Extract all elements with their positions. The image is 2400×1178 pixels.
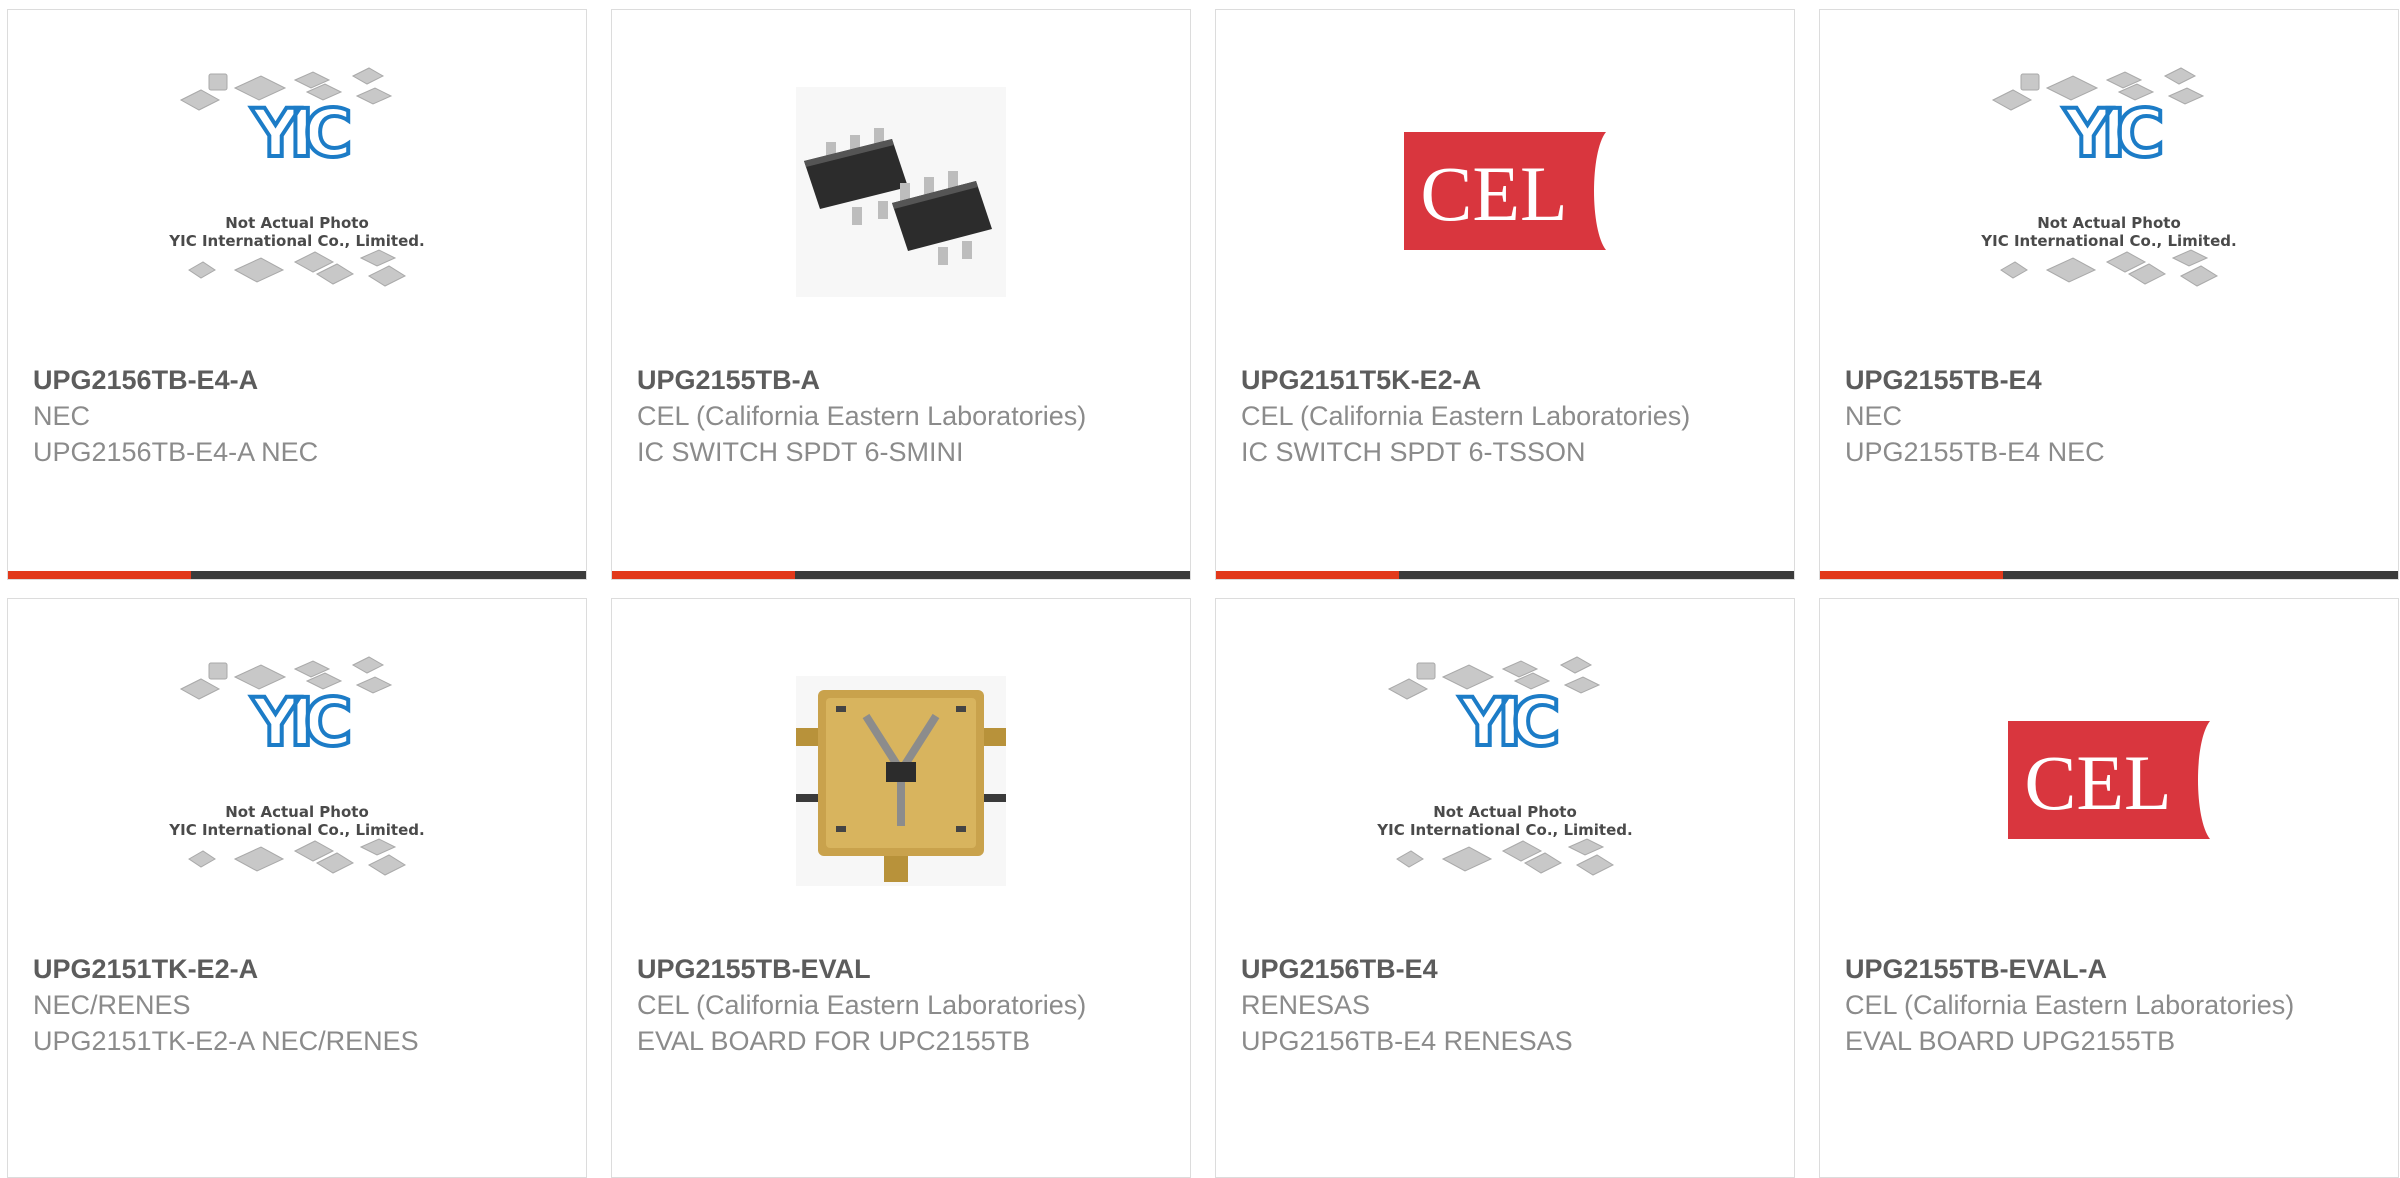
product-card[interactable]: YIC Not Actual Photo YIC International C…: [7, 9, 587, 580]
svg-text:YIC International Co., Limited: YIC International Co., Limited.: [1980, 232, 2236, 250]
eval-board-photo: [796, 676, 1006, 886]
svg-text:YIC: YIC: [251, 95, 349, 172]
card-bottom-bar: [1216, 571, 1794, 579]
svg-text:YIC: YIC: [251, 684, 349, 761]
svg-text:YIC: YIC: [2063, 95, 2161, 172]
product-description: UPG2156TB-E4 RENESAS: [1241, 1026, 1573, 1056]
card-bottom-bar: [8, 571, 586, 579]
product-part-number[interactable]: UPG2155TB-A: [637, 362, 1165, 398]
smini-package-photo: [796, 87, 1006, 297]
product-part-number[interactable]: UPG2151TK-E2-A: [33, 951, 561, 987]
product-description: IC SWITCH SPDT 6-TSSON: [1241, 437, 1586, 467]
product-description: EVAL BOARD UPG2155TB: [1845, 1026, 2176, 1056]
product-image-placeholder[interactable]: YIC Not Actual Photo YIC International C…: [8, 62, 586, 310]
product-image[interactable]: CEL: [1216, 62, 1794, 310]
product-card[interactable]: UPG2155TB-EVAL CEL (California Eastern L…: [611, 598, 1191, 1178]
not-actual-photo-image: YIC Not Actual Photo YIC International C…: [168, 656, 425, 876]
svg-text:Not Actual Photo: Not Actual Photo: [225, 803, 369, 821]
card-accent-bar: [1216, 571, 1399, 579]
cel-logo-icon: CEL: [1404, 132, 1606, 250]
product-part-number[interactable]: UPG2156TB-E4-A: [33, 362, 561, 398]
product-card[interactable]: CEL UPG2151T5K-E2-A CEL (California East…: [1215, 9, 1795, 580]
card-bottom-bar: [612, 571, 1190, 579]
product-card[interactable]: YIC Not Actual Photo YIC International C…: [1215, 598, 1795, 1178]
card-bottom-bar: [1820, 571, 2398, 579]
product-description: EVAL BOARD FOR UPC2155TB: [637, 1026, 1031, 1056]
card-accent-bar: [8, 571, 191, 579]
product-manufacturer: CEL (California Eastern Laboratories): [637, 990, 1087, 1020]
svg-text:YIC International Co., Limited: YIC International Co., Limited.: [168, 821, 424, 839]
product-part-number[interactable]: UPG2156TB-E4: [1241, 951, 1769, 987]
product-manufacturer: NEC: [1845, 401, 1903, 431]
product-manufacturer: NEC/RENES: [33, 990, 191, 1020]
product-grid: YIC Not Actual Photo YIC International C…: [0, 0, 2400, 1178]
product-description: UPG2155TB-E4 NEC: [1845, 437, 2105, 467]
product-card[interactable]: CEL UPG2155TB-EVAL-A CEL (California Eas…: [1819, 598, 2399, 1178]
product-part-number[interactable]: UPG2155TB-EVAL-A: [1845, 951, 2373, 987]
product-image[interactable]: [612, 651, 1190, 899]
cel-logo-icon: CEL: [2008, 721, 2210, 839]
svg-text:YIC: YIC: [1459, 684, 1557, 761]
product-description: UPG2156TB-E4-A NEC: [33, 437, 319, 467]
product-manufacturer: CEL (California Eastern Laboratories): [1241, 401, 1691, 431]
product-manufacturer: CEL (California Eastern Laboratories): [1845, 990, 2295, 1020]
svg-text:Not Actual Photo: Not Actual Photo: [2037, 214, 2181, 232]
not-actual-photo-image: YIC Not Actual Photo YIC International C…: [1376, 656, 1633, 876]
product-manufacturer: CEL (California Eastern Laboratories): [637, 401, 1087, 431]
card-accent-bar: [612, 571, 795, 579]
product-part-number[interactable]: UPG2155TB-E4: [1845, 362, 2373, 398]
product-part-number[interactable]: UPG2151T5K-E2-A: [1241, 362, 1769, 398]
product-image[interactable]: CEL: [1820, 651, 2398, 899]
product-image-placeholder[interactable]: YIC Not Actual Photo YIC International C…: [1820, 62, 2398, 310]
product-manufacturer: RENESAS: [1241, 990, 1371, 1020]
not-actual-photo-image: YIC Not Actual Photo YIC International C…: [168, 67, 425, 287]
product-part-number[interactable]: UPG2155TB-EVAL: [637, 951, 1165, 987]
product-card[interactable]: YIC Not Actual Photo YIC International C…: [7, 598, 587, 1178]
svg-text:Not Actual Photo: Not Actual Photo: [225, 214, 369, 232]
svg-text:Not Actual Photo: Not Actual Photo: [1433, 803, 1577, 821]
svg-text:YIC International Co., Limited: YIC International Co., Limited.: [1376, 821, 1632, 839]
product-manufacturer: NEC: [33, 401, 91, 431]
product-image-placeholder[interactable]: YIC Not Actual Photo YIC International C…: [8, 651, 586, 899]
product-card[interactable]: UPG2155TB-A CEL (California Eastern Labo…: [611, 9, 1191, 580]
product-description: IC SWITCH SPDT 6-SMINI: [637, 437, 964, 467]
product-card[interactable]: YIC Not Actual Photo YIC International C…: [1819, 9, 2399, 580]
svg-text:CEL: CEL: [1420, 150, 1567, 237]
svg-text:YIC International Co., Limited: YIC International Co., Limited.: [168, 232, 424, 250]
product-description: UPG2151TK-E2-A NEC/RENES: [33, 1026, 419, 1056]
product-image-placeholder[interactable]: YIC Not Actual Photo YIC International C…: [1216, 651, 1794, 899]
svg-text:CEL: CEL: [2024, 739, 2171, 826]
card-accent-bar: [1820, 571, 2003, 579]
not-actual-photo-image: YIC Not Actual Photo YIC International C…: [1980, 67, 2237, 287]
product-image[interactable]: [612, 62, 1190, 310]
